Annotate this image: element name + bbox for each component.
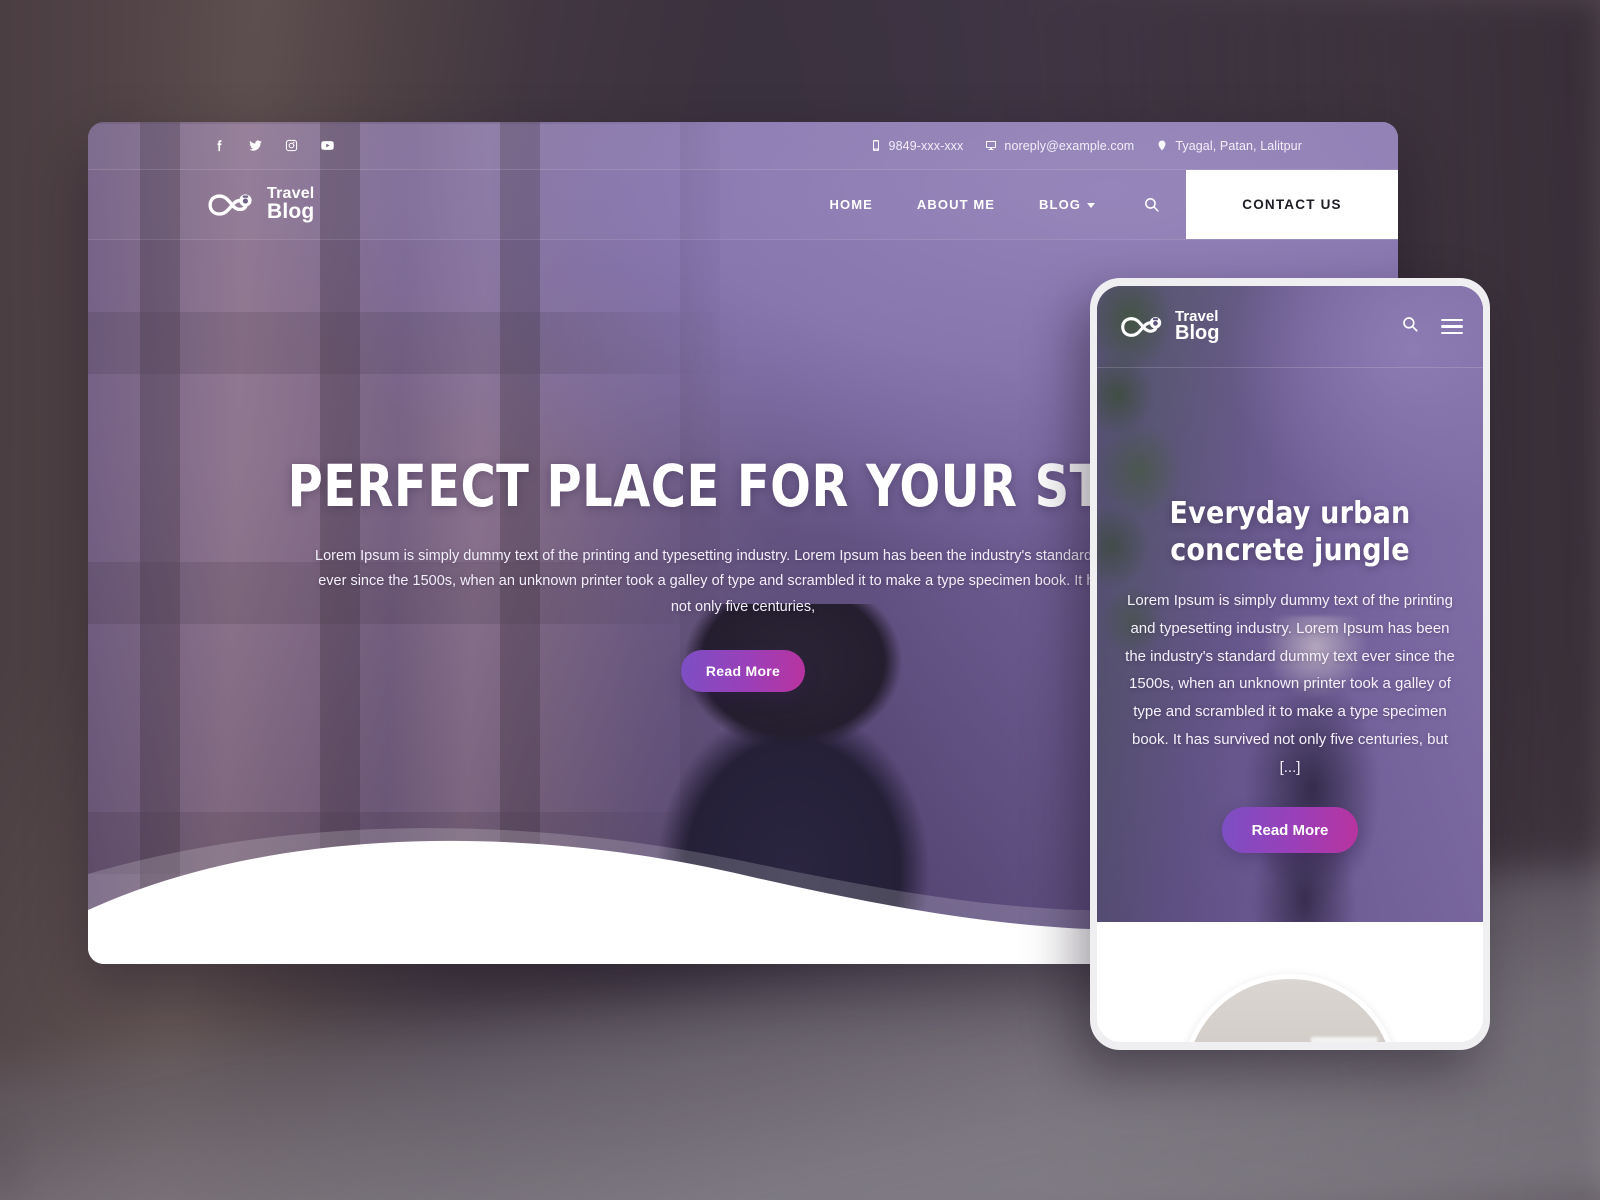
screenshot-stage: 9849-xxx-xxx noreply@example.com Tyagal,… [0,0,1600,1200]
logo-text: Travel Blog [267,186,315,224]
desktop-topbar: 9849-xxx-xxx noreply@example.com Tyagal,… [88,122,1398,170]
email-info: noreply@example.com [985,139,1134,153]
phone-thumbnail-street-scene [1186,979,1394,1042]
phone-logo-text: Travel Blog [1175,310,1220,345]
infinity-camera-logo-icon [208,193,252,216]
nav-item-blog-label: BLOG [1039,197,1081,212]
phone-nav-actions [1401,315,1463,338]
address-text: Tyagal, Patan, Lalitpur [1175,138,1302,153]
nav-item-about-me[interactable]: ABOUT ME [895,197,1017,212]
email-address: noreply@example.com [1004,138,1135,153]
phone-number: 9849-xxx-xxx [888,138,964,153]
hero-title: PERFECT PLACE FOR YOUR STORIES [287,452,1269,520]
youtube-icon[interactable] [312,131,342,161]
read-more-button[interactable]: Read More [681,650,805,693]
phone-icon [872,140,879,151]
phone-mockup: Travel Blog Everyday urban concrete jung… [1090,278,1490,1050]
phone-logo-line-2: Blog [1175,322,1220,345]
phone-site-logo[interactable]: Travel Blog [1117,310,1220,345]
address-info: Tyagal, Patan, Lalitpur [1156,139,1302,153]
monitor-icon [986,141,997,150]
facebook-icon[interactable] [204,131,234,161]
main-menu: HOME ABOUT ME BLOG CONTACT US [808,170,1398,239]
contact-us-button[interactable]: CONTACT US [1186,170,1398,239]
phone-info: 9849-xxx-xxx [870,139,964,153]
phone-hero-title: Everyday urban concrete jungle [1169,496,1411,568]
phone-read-more-button[interactable]: Read More [1222,807,1358,854]
infinity-camera-logo-icon [1121,316,1162,337]
nav-item-blog[interactable]: BLOG [1017,197,1117,212]
hamburger-menu-icon[interactable] [1441,318,1463,335]
site-logo[interactable]: Travel Blog [204,186,315,224]
nav-item-about-me-label: ABOUT ME [916,197,996,212]
desktop-navbar: Travel Blog HOME ABOUT ME BLOG CONTACT U… [88,170,1398,240]
logo-line-2: Blog [267,200,315,224]
location-pin-icon [1158,140,1166,151]
twitter-icon[interactable] [240,131,270,161]
contact-info: 9849-xxx-xxx noreply@example.com Tyagal,… [870,139,1302,153]
nav-item-home-label: HOME [829,197,873,212]
search-icon[interactable] [1117,196,1186,213]
chevron-down-icon [1087,203,1095,208]
phone-navbar: Travel Blog [1097,286,1483,368]
phone-search-icon[interactable] [1401,315,1419,338]
phone-circular-thumbnail [1181,974,1399,1042]
phone-hero-content: Everyday urban concrete jungle Lorem Ips… [1097,496,1483,854]
nav-item-home[interactable]: HOME [808,197,895,212]
phone-next-section [1097,922,1483,1042]
social-links [204,131,342,161]
phone-screen: Travel Blog Everyday urban concrete jung… [1097,286,1483,1042]
instagram-icon[interactable] [276,131,306,161]
phone-hero-paragraph: Lorem Ipsum is simply dummy text of the … [1125,592,1455,776]
hero-paragraph: Lorem Ipsum is simply dummy text of the … [315,548,1171,615]
